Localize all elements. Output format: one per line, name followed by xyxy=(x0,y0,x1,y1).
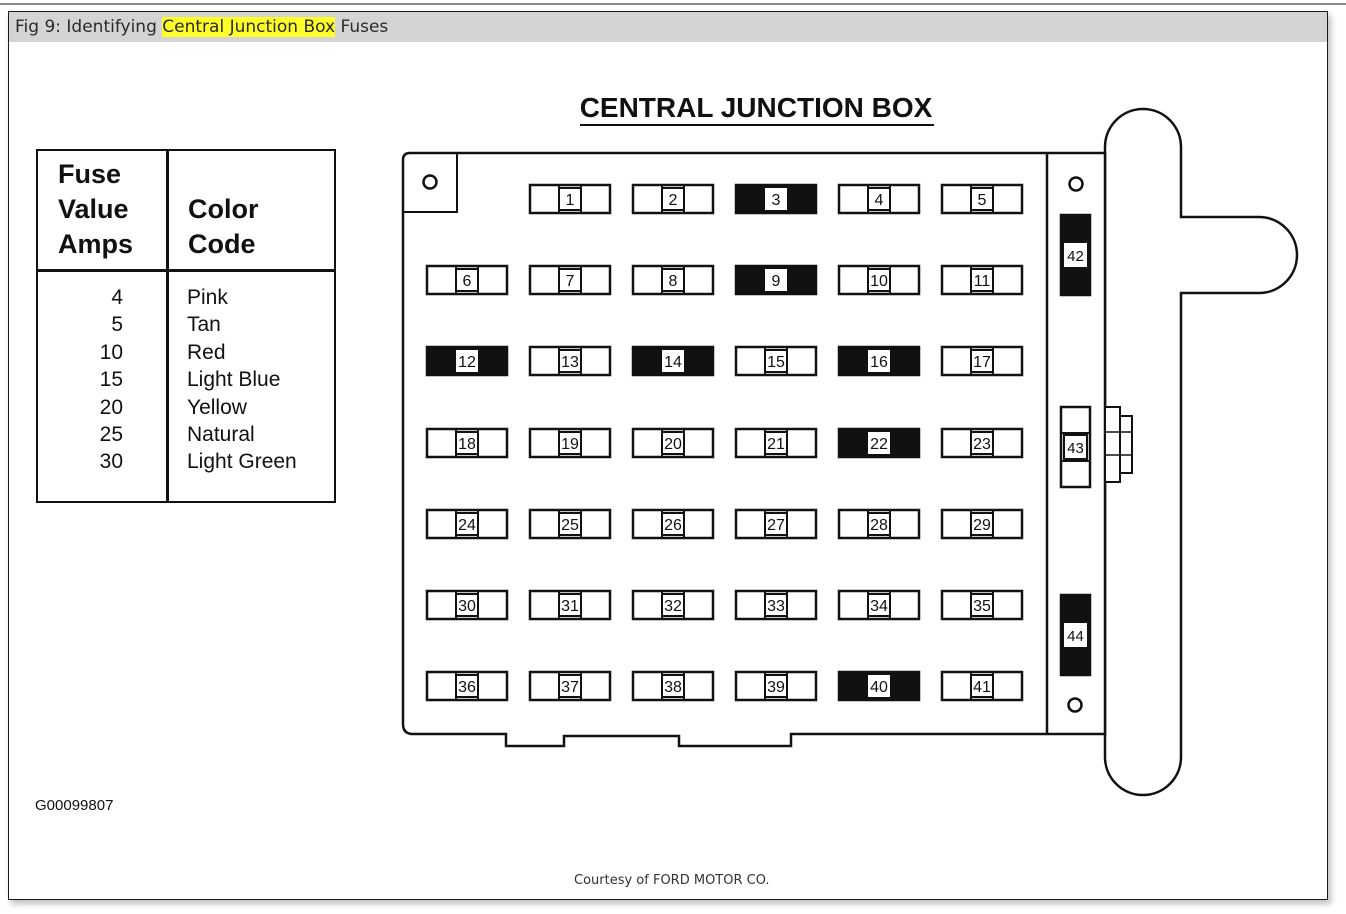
fuse-number: 36 xyxy=(458,679,476,696)
fuse-33: 33 xyxy=(734,589,818,621)
fuse-number: 34 xyxy=(870,598,888,615)
fuse-22: 22 xyxy=(837,427,921,459)
fuse-number: 22 xyxy=(870,436,888,453)
fuse-4: 4 xyxy=(837,183,921,215)
fuse-number: 24 xyxy=(458,517,476,534)
fuse-number: 40 xyxy=(870,679,888,696)
junction-box-diagram: CENTRAL JUNCTION BOX 1 2 3 4 56 7 8 9 10 1112 13 14… xyxy=(401,92,1299,797)
box-handle xyxy=(1103,107,1299,797)
fuse-10: 10 xyxy=(837,264,921,296)
fuse-number: 42 xyxy=(1067,248,1084,265)
fuse-34: 34 xyxy=(837,589,921,621)
fuse-29: 29 xyxy=(940,508,1024,540)
fuse-number: 2 xyxy=(669,192,678,209)
fuse-7: 7 xyxy=(528,264,612,296)
fuse-23: 23 xyxy=(940,427,1024,459)
fuse-43: 43 xyxy=(1059,405,1092,489)
fuse-number: 35 xyxy=(973,598,991,615)
fuse-1: 1 xyxy=(528,183,612,215)
fuse-32: 32 xyxy=(631,589,715,621)
fuse-number: 17 xyxy=(973,354,991,371)
fuse-number: 21 xyxy=(767,436,785,453)
fuse-number: 39 xyxy=(767,679,785,696)
fuse-number: 12 xyxy=(458,354,476,371)
fuse-number: 8 xyxy=(669,273,678,290)
fuse-26: 26 xyxy=(631,508,715,540)
fuse-number: 11 xyxy=(974,273,991,290)
fuse-19: 19 xyxy=(528,427,612,459)
fuse-12: 12 xyxy=(425,345,509,377)
diagram-title: CENTRAL JUNCTION BOX xyxy=(580,92,933,123)
fuse-number: 10 xyxy=(870,273,888,290)
fuse-number: 23 xyxy=(973,436,991,453)
fuse-39: 39 xyxy=(734,670,818,702)
fuse-number: 29 xyxy=(973,517,991,534)
fuse-37: 37 xyxy=(528,670,612,702)
fuse-number: 41 xyxy=(973,679,991,696)
fuse-number: 28 xyxy=(870,517,888,534)
fuse-9: 9 xyxy=(734,264,818,296)
fuse-number: 13 xyxy=(561,354,579,371)
fuse-number: 25 xyxy=(561,517,579,534)
fuse-number: 44 xyxy=(1067,628,1084,645)
fuse-31: 31 xyxy=(528,589,612,621)
fuse-number: 14 xyxy=(664,354,682,371)
fuse-number: 20 xyxy=(664,436,682,453)
fuse-21: 21 xyxy=(734,427,818,459)
figure-id: G00099807 xyxy=(35,797,114,814)
courtesy-credit: Courtesy of FORD MOTOR CO. xyxy=(574,873,770,888)
fuse-number: 43 xyxy=(1067,440,1084,457)
fuse-38: 38 xyxy=(631,670,715,702)
connector-tab xyxy=(1104,406,1121,483)
fuse-number: 5 xyxy=(978,192,987,209)
fuse-44: 44 xyxy=(1059,593,1092,677)
fuse-14: 14 xyxy=(631,345,715,377)
connector-tab xyxy=(1119,415,1133,474)
fuse-28: 28 xyxy=(837,508,921,540)
fuse-24: 24 xyxy=(425,508,509,540)
fuse-35: 35 xyxy=(940,589,1024,621)
fuse-number: 30 xyxy=(458,598,476,615)
figure-frame: Fig 9: Identifying Central Junction Box … xyxy=(8,11,1328,900)
fuse-3: 3 xyxy=(734,183,818,215)
fuse-36: 36 xyxy=(425,670,509,702)
fuse-2: 2 xyxy=(631,183,715,215)
fuse-15: 15 xyxy=(734,345,818,377)
fuse-number: 33 xyxy=(767,598,785,615)
fuse-42: 42 xyxy=(1059,213,1092,297)
fuse-25: 25 xyxy=(528,508,612,540)
fuse-number: 7 xyxy=(566,273,575,290)
fuse-number: 16 xyxy=(870,354,888,371)
fuse-6: 6 xyxy=(425,264,509,296)
fuse-number: 26 xyxy=(664,517,682,534)
fuse-number: 31 xyxy=(561,598,579,615)
fuse-30: 30 xyxy=(425,589,509,621)
fuse-number: 27 xyxy=(767,517,785,534)
fuse-number: 1 xyxy=(566,192,575,209)
fuse-27: 27 xyxy=(734,508,818,540)
fuse-number: 32 xyxy=(664,598,682,615)
fuse-13: 13 xyxy=(528,345,612,377)
fuse-number: 6 xyxy=(463,273,472,290)
fuse-number: 38 xyxy=(664,679,682,696)
fuse-number: 4 xyxy=(875,192,884,209)
window-top-border xyxy=(0,3,1346,5)
fuse-16: 16 xyxy=(837,345,921,377)
fuse-5: 5 xyxy=(940,183,1024,215)
fuse-17: 17 xyxy=(940,345,1024,377)
fuse-number: 18 xyxy=(458,436,476,453)
fuse-11: 11 xyxy=(940,264,1024,296)
fuse-number: 37 xyxy=(561,679,579,696)
fuse-41: 41 xyxy=(940,670,1024,702)
fuse-number: 3 xyxy=(772,192,781,209)
fuse-number: 9 xyxy=(772,273,781,290)
fuse-40: 40 xyxy=(837,670,921,702)
fuse-18: 18 xyxy=(425,427,509,459)
fuse-8: 8 xyxy=(631,264,715,296)
fuse-number: 15 xyxy=(767,354,785,371)
fuse-20: 20 xyxy=(631,427,715,459)
fuse-number: 19 xyxy=(561,436,579,453)
